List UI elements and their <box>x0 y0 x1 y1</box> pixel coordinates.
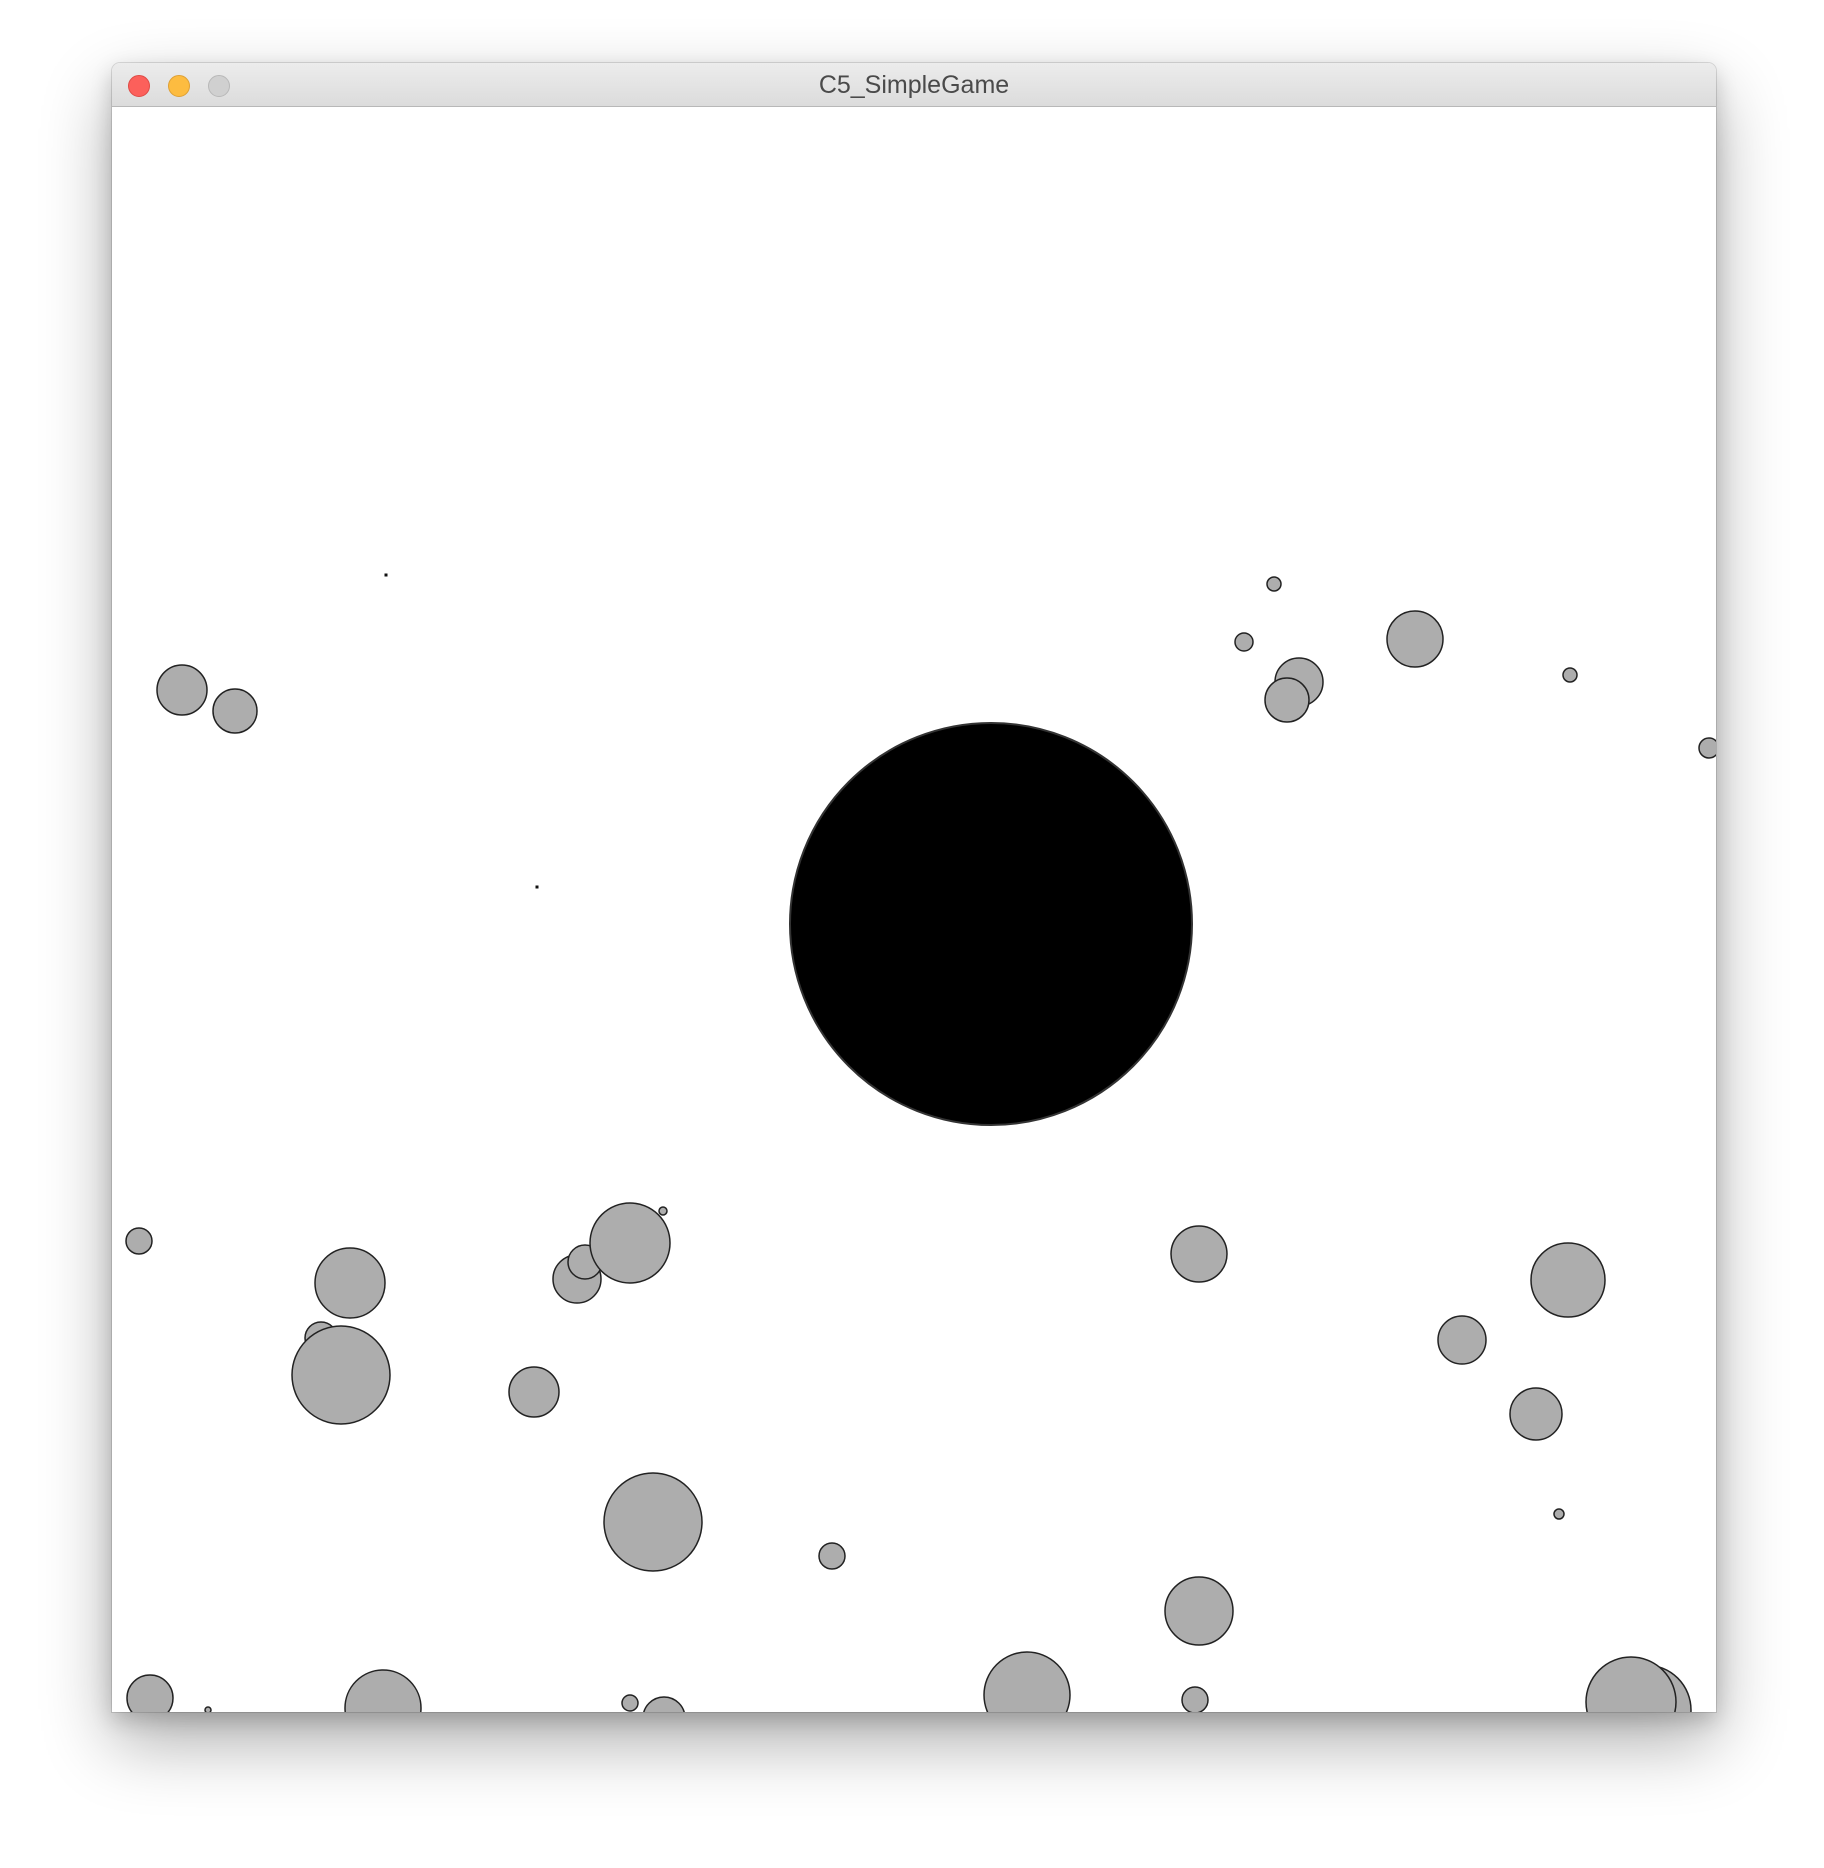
particle <box>508 1366 560 1418</box>
particle <box>658 1206 668 1216</box>
particle <box>1386 610 1444 668</box>
window-title: C5_SimpleGame <box>818 71 1010 99</box>
particle <box>1530 1242 1606 1318</box>
particle <box>204 1706 212 1712</box>
particle <box>1181 1686 1209 1712</box>
particle <box>1266 576 1282 592</box>
particle <box>1170 1225 1228 1283</box>
particle <box>1698 737 1716 759</box>
particle <box>1164 1576 1234 1646</box>
player-ball[interactable] <box>789 722 1193 1126</box>
particle <box>344 1669 422 1712</box>
particle <box>1509 1387 1563 1441</box>
game-canvas[interactable] <box>112 108 1716 1712</box>
game-scene[interactable] <box>112 108 1716 1712</box>
tiny-particle <box>535 885 539 889</box>
particle <box>291 1325 391 1425</box>
particle <box>212 688 258 734</box>
particle <box>603 1472 703 1572</box>
particle <box>818 1542 846 1570</box>
particle <box>1437 1315 1487 1365</box>
particle <box>1264 677 1310 723</box>
title-bar[interactable]: C5_SimpleGame <box>112 63 1716 107</box>
particle <box>1562 667 1578 683</box>
particle <box>1234 632 1254 652</box>
particle <box>314 1247 386 1319</box>
app-window: C5_SimpleGame <box>112 63 1716 1712</box>
particle <box>621 1694 639 1712</box>
particle <box>126 1674 174 1712</box>
particle <box>589 1202 671 1284</box>
particle <box>983 1651 1071 1712</box>
particle <box>156 664 208 716</box>
particle <box>1585 1656 1677 1712</box>
particle <box>1553 1508 1565 1520</box>
particle <box>125 1227 153 1255</box>
tiny-particle <box>384 573 388 577</box>
particle <box>643 1696 685 1712</box>
